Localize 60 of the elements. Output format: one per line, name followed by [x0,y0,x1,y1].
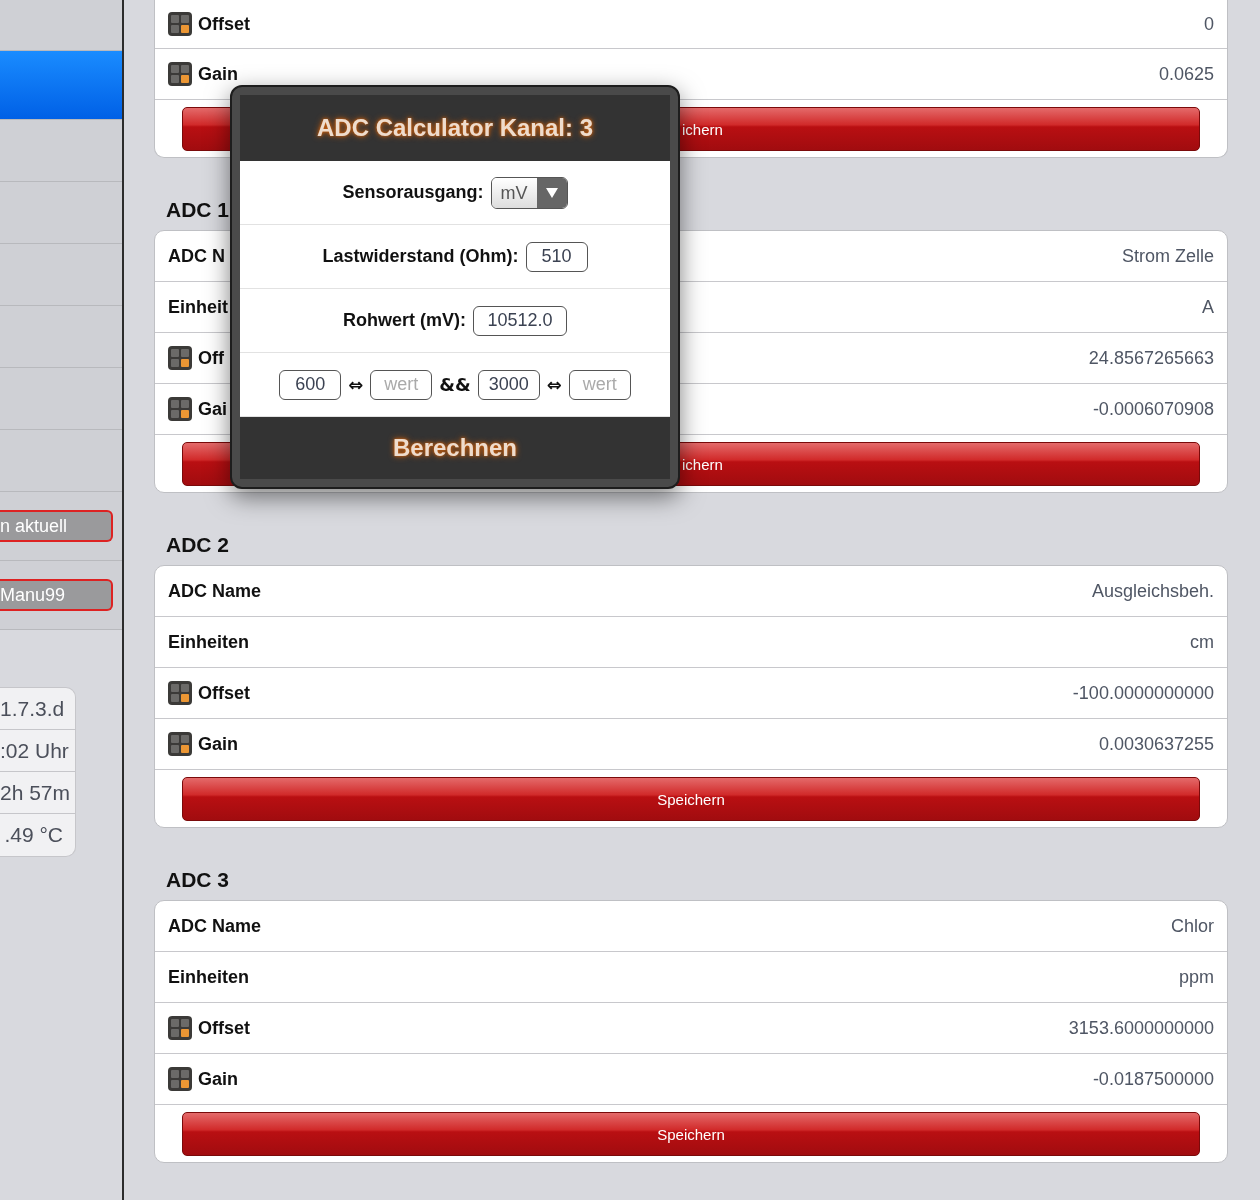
row-label: ADC Name [168,915,262,937]
row-label: Off [198,347,224,369]
info-text: 1.7.3.d [0,688,75,730]
operator-symbol: ⇔ [546,374,562,395]
section-heading: ADC 2 [166,533,230,558]
row-value: 0.0030637255 [1098,733,1214,755]
row-label: Einheiten [168,631,249,653]
row-label: Einheiten [168,966,249,988]
unit-select[interactable]: mV [490,176,568,209]
row-value: ppm [1179,966,1214,988]
row-label: ADC Name [168,580,262,602]
number-field[interactable]: 10512.0 [473,305,567,336]
calculator-icon[interactable] [168,1016,192,1040]
calculator-icon[interactable] [168,346,192,370]
row-value: -0.0187500000 [1092,1068,1214,1090]
row-value: -0.0006070908 [1092,398,1214,420]
row-label: Gain [198,1068,238,1090]
row-value: 24.8567265663 [1088,347,1214,369]
row-value: 3153.6000000000 [1068,1017,1214,1039]
operator-symbol: && [439,374,471,395]
row-label: Offset [198,682,250,704]
calculator-icon[interactable] [168,397,192,421]
row-label: Offset [198,13,250,35]
section-heading: ADC 3 [166,868,230,893]
calculator-icon[interactable] [168,1067,192,1091]
row-value: A [1202,296,1214,318]
row-label: Gain [198,63,238,85]
save-button[interactable]: Speichern [182,777,1200,821]
save-button[interactable]: Speichern [182,1112,1200,1156]
calculator-icon[interactable] [168,681,192,705]
row-value: 0 [1204,13,1214,35]
info-text: :02 Uhr [0,730,75,772]
row-value: Chlor [1171,915,1214,937]
info-text: 2h 57m [0,772,75,814]
row-value: Ausgleichsbeh. [1091,580,1214,602]
row-label: Gain [198,733,238,755]
number-field[interactable]: 600 [279,369,342,400]
row-label: Gai [198,398,227,420]
operator-symbol: ⇔ [348,374,364,395]
caret-icon [545,187,558,198]
row-value: cm [1190,631,1214,653]
calculator-icon[interactable] [168,12,192,36]
row-label: ADC N [168,245,225,267]
field-label: Lastwiderstand (Ohm): [322,246,519,267]
calculator-icon[interactable] [168,62,192,86]
field-label: Rohwert (mV): [343,310,466,331]
info-text: .49 °C [3,822,64,848]
row-value: 0.0625 [1158,63,1214,85]
row-label: Einheit [168,296,228,318]
row-value: Strom Zelle [1121,245,1214,267]
section-heading: ADC 1 [166,198,230,223]
number-field[interactable]: 3000 [477,369,540,400]
row-label: Offset [198,1017,250,1039]
number-field[interactable]: wert [370,369,433,400]
field-label: Sensorausgang: [342,182,484,203]
calculator-icon[interactable] [168,732,192,756]
number-field[interactable]: 510 [525,241,588,272]
dialog-title: ADC Calculator Kanal: 3 [316,114,594,142]
number-field[interactable]: wert [568,369,631,400]
row-value: -100.0000000000 [1072,682,1214,704]
